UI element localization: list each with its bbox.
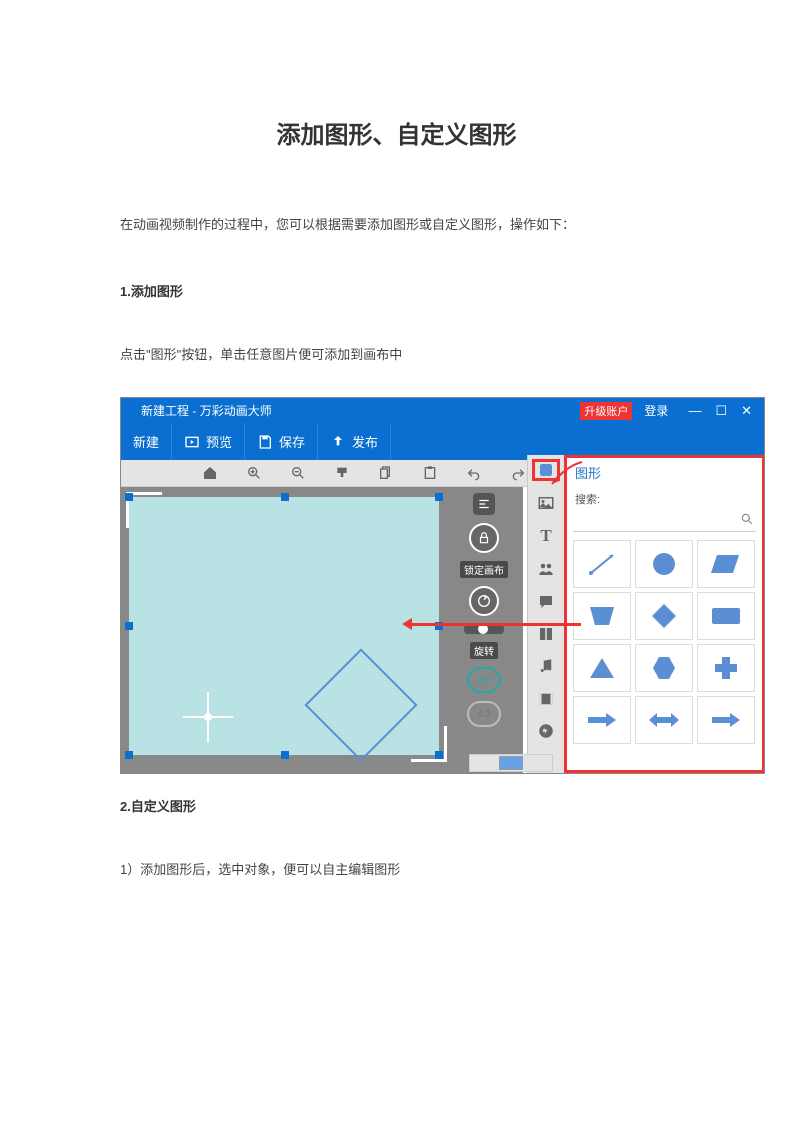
handle[interactable]: [281, 751, 289, 759]
redo-icon[interactable]: [509, 464, 527, 482]
shape-line[interactable]: [573, 540, 631, 588]
text-tab-icon[interactable]: T: [534, 526, 558, 546]
flash-tab-icon[interactable]: [534, 722, 558, 740]
floating-tools: 锁定画布 旋转 16:9 4:3: [454, 493, 514, 727]
search-input[interactable]: [573, 509, 756, 532]
publish-icon: [330, 434, 346, 450]
shape-parallelogram[interactable]: [697, 540, 755, 588]
dash: -: [192, 404, 199, 418]
image-tab-icon[interactable]: [534, 493, 558, 511]
paint-icon[interactable]: [333, 464, 351, 482]
section-2-body: 1）添加图形后，选中对象，便可以自主编辑图形: [0, 815, 793, 881]
align-icon[interactable]: [473, 493, 495, 515]
copy-icon[interactable]: [377, 464, 395, 482]
maximize-icon[interactable]: ☐: [715, 403, 727, 419]
publish-button[interactable]: 发布: [318, 423, 391, 460]
music-tab-icon[interactable]: [534, 657, 558, 675]
scene-thumbnail: [499, 756, 523, 770]
shape-circle[interactable]: [635, 540, 693, 588]
shape-grid: [573, 536, 756, 744]
annotation-arrow-to-canvas: [405, 623, 581, 626]
save-icon: [257, 434, 273, 450]
handle[interactable]: [281, 493, 289, 501]
upgrade-badge[interactable]: 升级账户: [580, 402, 632, 420]
save-button[interactable]: 保存: [245, 423, 318, 460]
shape-trapezoid[interactable]: [573, 592, 631, 640]
ratio-4-3[interactable]: 4:3: [467, 701, 501, 727]
shape-plus[interactable]: [697, 644, 755, 692]
shape-diamond[interactable]: [635, 592, 693, 640]
shape-rect[interactable]: [697, 592, 755, 640]
book-tab-icon[interactable]: [534, 625, 558, 643]
handle[interactable]: [125, 493, 133, 501]
app-name: 万彩动画大师: [200, 404, 272, 418]
section-1-body: 点击"图形"按钮，单击任意图片便可添加到画布中: [0, 300, 793, 366]
minimize-icon[interactable]: —: [688, 403, 701, 419]
handle[interactable]: [125, 622, 133, 630]
lock-icon[interactable]: [469, 523, 499, 553]
shape-triangle[interactable]: [573, 644, 631, 692]
chat-tab-icon[interactable]: [534, 592, 558, 610]
shapes-panel-title: 图形: [573, 460, 756, 485]
shapes-panel: 图形 搜索:: [564, 455, 765, 773]
intro-text: 在动画视频制作的过程中，您可以根据需要添加图形或自定义图形，操作如下：: [0, 170, 793, 236]
shape-hexagon[interactable]: [635, 644, 693, 692]
shape-arrow-double[interactable]: [635, 696, 693, 744]
handle[interactable]: [435, 751, 443, 759]
section-1-heading: 1.添加图形: [0, 236, 793, 300]
zoom-out-icon[interactable]: [289, 464, 307, 482]
preview-button[interactable]: 预览: [172, 423, 245, 460]
titlebar: 新建工程 - 万彩动画大师 升级账户 登录 — ☐ ✕: [121, 398, 764, 423]
project-name: 新建工程: [141, 404, 189, 418]
close-icon[interactable]: ✕: [741, 403, 752, 419]
page-title: 添加图形、自定义图形: [0, 0, 793, 170]
login-link[interactable]: 登录: [636, 402, 676, 419]
handle[interactable]: [125, 751, 133, 759]
people-tab-icon[interactable]: [534, 560, 558, 578]
side-panel-tabs: T: [527, 455, 564, 773]
window-buttons[interactable]: — ☐ ✕: [676, 403, 764, 419]
bottom-scene-tab[interactable]: [469, 754, 553, 772]
new-button[interactable]: 新建: [121, 423, 172, 460]
video-tab-icon[interactable]: [534, 690, 558, 708]
rotate-label: 旋转: [470, 642, 498, 659]
home-icon[interactable]: [201, 464, 219, 482]
search-icon: [740, 512, 754, 526]
annotation-arrow-to-tab: [548, 460, 584, 488]
preview-icon: [184, 434, 200, 450]
paste-icon[interactable]: [421, 464, 439, 482]
shape-arrow-right-2[interactable]: [697, 696, 755, 744]
lock-label: 锁定画布: [460, 561, 508, 578]
zoom-in-icon[interactable]: [245, 464, 263, 482]
ratio-16-9[interactable]: 16:9: [467, 667, 501, 693]
undo-icon[interactable]: [465, 464, 483, 482]
search-label: 搜索:: [573, 485, 756, 509]
handle[interactable]: [435, 493, 443, 501]
crosshair-icon: [183, 692, 233, 742]
rotate-icon[interactable]: [469, 586, 499, 616]
shape-arrow-right[interactable]: [573, 696, 631, 744]
app-screenshot: 新建工程 - 万彩动画大师 升级账户 登录 — ☐ ✕ 新建 预览 保存 发布: [120, 397, 765, 774]
